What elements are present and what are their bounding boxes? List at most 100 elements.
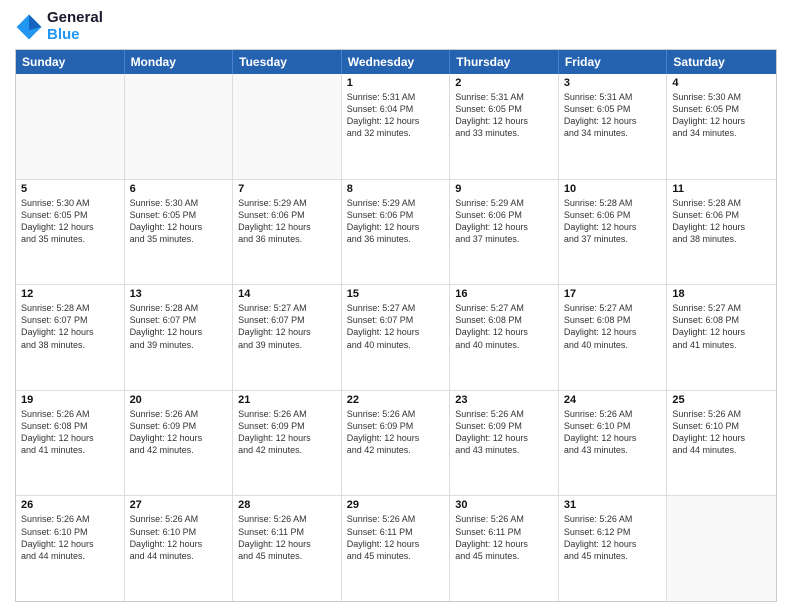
calendar-cell: 8Sunrise: 5:29 AM Sunset: 6:06 PM Daylig… <box>342 180 451 285</box>
calendar-header: SundayMondayTuesdayWednesdayThursdayFrid… <box>16 50 776 74</box>
day-number: 4 <box>672 77 771 89</box>
calendar-cell: 21 Sunrise: 5:26 AM Sunset: 6:09 PM Dayli… <box>233 391 342 496</box>
day-info: Sunrise: 5:31 AM Sunset: 6:04 PM Dayligh… <box>347 91 445 140</box>
calendar-cell: 1 Sunrise: 5:31 AM Sunset: 6:04 PM Daylig… <box>342 74 451 179</box>
calendar-cell: 19Sunrise: 5:26 AM Sunset: 6:08 PM Dayli… <box>16 391 125 496</box>
day-info: Sunrise: 5:26 AM Sunset: 6:09 PM Dayligh… <box>347 408 445 457</box>
calendar-cell: 28 Sunrise: 5:26 AM Sunset: 6:11 PM Dayli… <box>233 496 342 601</box>
calendar-cell: 26 Sunrise: 5:26 AM Sunset: 6:10 PM Dayli… <box>16 496 125 601</box>
day-number: 16 <box>455 288 553 300</box>
day-info: Sunrise: 5:26 AM Sunset: 6:11 PM Dayligh… <box>455 513 553 562</box>
calendar-cell: 11 Sunrise: 5:28 AM Sunset: 6:06 PM Dayli… <box>667 180 776 285</box>
day-number: 22 <box>347 394 445 406</box>
day-info: Sunrise: 5:26 AM Sunset: 6:09 PM Dayligh… <box>130 408 228 457</box>
calendar-cell: 2 Sunrise: 5:31 AM Sunset: 6:05 PM Daylig… <box>450 74 559 179</box>
day-number: 20 <box>130 394 228 406</box>
day-number: 31 <box>564 499 662 511</box>
day-number: 30 <box>455 499 553 511</box>
calendar-cell: 18 Sunrise: 5:27 AM Sunset: 6:08 PM Dayli… <box>667 285 776 390</box>
day-info: Sunrise: 5:26 AM Sunset: 6:11 PM Dayligh… <box>238 513 336 562</box>
calendar-row-2: 5Sunrise: 5:30 AM Sunset: 6:05 PM Daylig… <box>16 180 776 286</box>
calendar-cell: 20 Sunrise: 5:26 AM Sunset: 6:09 PM Dayli… <box>125 391 234 496</box>
day-number: 23 <box>455 394 553 406</box>
day-info: Sunrise: 5:30 AM Sunset: 6:05 PM Dayligh… <box>672 91 771 140</box>
day-info: Sunrise: 5:26 AM Sunset: 6:09 PM Dayligh… <box>455 408 553 457</box>
header-day-saturday: Saturday <box>667 50 776 74</box>
calendar: SundayMondayTuesdayWednesdayThursdayFrid… <box>15 49 777 602</box>
calendar-cell <box>125 74 234 179</box>
day-info: Sunrise: 5:28 AM Sunset: 6:06 PM Dayligh… <box>672 197 771 246</box>
calendar-cell: 30 Sunrise: 5:26 AM Sunset: 6:11 PM Dayli… <box>450 496 559 601</box>
calendar-cell: 29 Sunrise: 5:26 AM Sunset: 6:11 PM Dayli… <box>342 496 451 601</box>
day-number: 18 <box>672 288 771 300</box>
day-number: 2 <box>455 77 553 89</box>
day-info: Sunrise: 5:31 AM Sunset: 6:05 PM Dayligh… <box>564 91 662 140</box>
day-number: 19 <box>21 394 119 406</box>
calendar-cell: 31 Sunrise: 5:26 AM Sunset: 6:12 PM Dayli… <box>559 496 668 601</box>
day-info: Sunrise: 5:27 AM Sunset: 6:08 PM Dayligh… <box>564 302 662 351</box>
day-info: Sunrise: 5:28 AM Sunset: 6:06 PM Dayligh… <box>564 197 662 246</box>
calendar-cell <box>667 496 776 601</box>
day-number: 25 <box>672 394 771 406</box>
day-number: 29 <box>347 499 445 511</box>
calendar-cell <box>233 74 342 179</box>
calendar-cell: 3 Sunrise: 5:31 AM Sunset: 6:05 PM Daylig… <box>559 74 668 179</box>
calendar-cell: 5Sunrise: 5:30 AM Sunset: 6:05 PM Daylig… <box>16 180 125 285</box>
day-info: Sunrise: 5:31 AM Sunset: 6:05 PM Dayligh… <box>455 91 553 140</box>
day-number: 13 <box>130 288 228 300</box>
calendar-cell: 16 Sunrise: 5:27 AM Sunset: 6:08 PM Dayli… <box>450 285 559 390</box>
calendar-cell: 14Sunrise: 5:27 AM Sunset: 6:07 PM Dayli… <box>233 285 342 390</box>
day-number: 1 <box>347 77 445 89</box>
day-number: 26 <box>21 499 119 511</box>
day-info: Sunrise: 5:27 AM Sunset: 6:07 PM Dayligh… <box>347 302 445 351</box>
calendar-cell: 15 Sunrise: 5:27 AM Sunset: 6:07 PM Dayli… <box>342 285 451 390</box>
day-info: Sunrise: 5:26 AM Sunset: 6:09 PM Dayligh… <box>238 408 336 457</box>
day-number: 11 <box>672 183 771 195</box>
calendar-row-4: 19Sunrise: 5:26 AM Sunset: 6:08 PM Dayli… <box>16 391 776 497</box>
calendar-cell: 4 Sunrise: 5:30 AM Sunset: 6:05 PM Daylig… <box>667 74 776 179</box>
day-info: Sunrise: 5:27 AM Sunset: 6:08 PM Dayligh… <box>455 302 553 351</box>
day-info: Sunrise: 5:30 AM Sunset: 6:05 PM Dayligh… <box>130 197 228 246</box>
calendar-body: 1 Sunrise: 5:31 AM Sunset: 6:04 PM Daylig… <box>16 74 776 601</box>
header-day-friday: Friday <box>559 50 668 74</box>
day-info: Sunrise: 5:30 AM Sunset: 6:05 PM Dayligh… <box>21 197 119 246</box>
logo-text: General Blue <box>47 10 103 43</box>
calendar-cell: 12 Sunrise: 5:28 AM Sunset: 6:07 PM Dayli… <box>16 285 125 390</box>
day-number: 21 <box>238 394 336 406</box>
day-number: 12 <box>21 288 119 300</box>
calendar-cell: 27Sunrise: 5:26 AM Sunset: 6:10 PM Dayli… <box>125 496 234 601</box>
header-day-wednesday: Wednesday <box>342 50 451 74</box>
day-info: Sunrise: 5:29 AM Sunset: 6:06 PM Dayligh… <box>238 197 336 246</box>
day-info: Sunrise: 5:26 AM Sunset: 6:10 PM Dayligh… <box>21 513 119 562</box>
day-number: 7 <box>238 183 336 195</box>
day-number: 24 <box>564 394 662 406</box>
day-number: 15 <box>347 288 445 300</box>
day-info: Sunrise: 5:28 AM Sunset: 6:07 PM Dayligh… <box>21 302 119 351</box>
day-info: Sunrise: 5:26 AM Sunset: 6:11 PM Dayligh… <box>347 513 445 562</box>
calendar-row-1: 1 Sunrise: 5:31 AM Sunset: 6:04 PM Daylig… <box>16 74 776 180</box>
day-info: Sunrise: 5:27 AM Sunset: 6:08 PM Dayligh… <box>672 302 771 351</box>
header-day-monday: Monday <box>125 50 234 74</box>
day-number: 14 <box>238 288 336 300</box>
day-number: 8 <box>347 183 445 195</box>
calendar-cell <box>16 74 125 179</box>
calendar-cell: 10Sunrise: 5:28 AM Sunset: 6:06 PM Dayli… <box>559 180 668 285</box>
day-number: 3 <box>564 77 662 89</box>
day-info: Sunrise: 5:26 AM Sunset: 6:12 PM Dayligh… <box>564 513 662 562</box>
calendar-cell: 24 Sunrise: 5:26 AM Sunset: 6:10 PM Dayli… <box>559 391 668 496</box>
day-info: Sunrise: 5:26 AM Sunset: 6:10 PM Dayligh… <box>564 408 662 457</box>
day-number: 28 <box>238 499 336 511</box>
header: General Blue <box>15 10 777 43</box>
calendar-row-5: 26 Sunrise: 5:26 AM Sunset: 6:10 PM Dayli… <box>16 496 776 601</box>
day-info: Sunrise: 5:29 AM Sunset: 6:06 PM Dayligh… <box>455 197 553 246</box>
day-info: Sunrise: 5:26 AM Sunset: 6:10 PM Dayligh… <box>672 408 771 457</box>
calendar-cell: 7 Sunrise: 5:29 AM Sunset: 6:06 PM Daylig… <box>233 180 342 285</box>
day-number: 9 <box>455 183 553 195</box>
calendar-cell: 17Sunrise: 5:27 AM Sunset: 6:08 PM Dayli… <box>559 285 668 390</box>
calendar-cell: 22 Sunrise: 5:26 AM Sunset: 6:09 PM Dayli… <box>342 391 451 496</box>
day-info: Sunrise: 5:26 AM Sunset: 6:10 PM Dayligh… <box>130 513 228 562</box>
header-day-thursday: Thursday <box>450 50 559 74</box>
header-day-sunday: Sunday <box>16 50 125 74</box>
header-day-tuesday: Tuesday <box>233 50 342 74</box>
logo-icon <box>15 13 43 41</box>
